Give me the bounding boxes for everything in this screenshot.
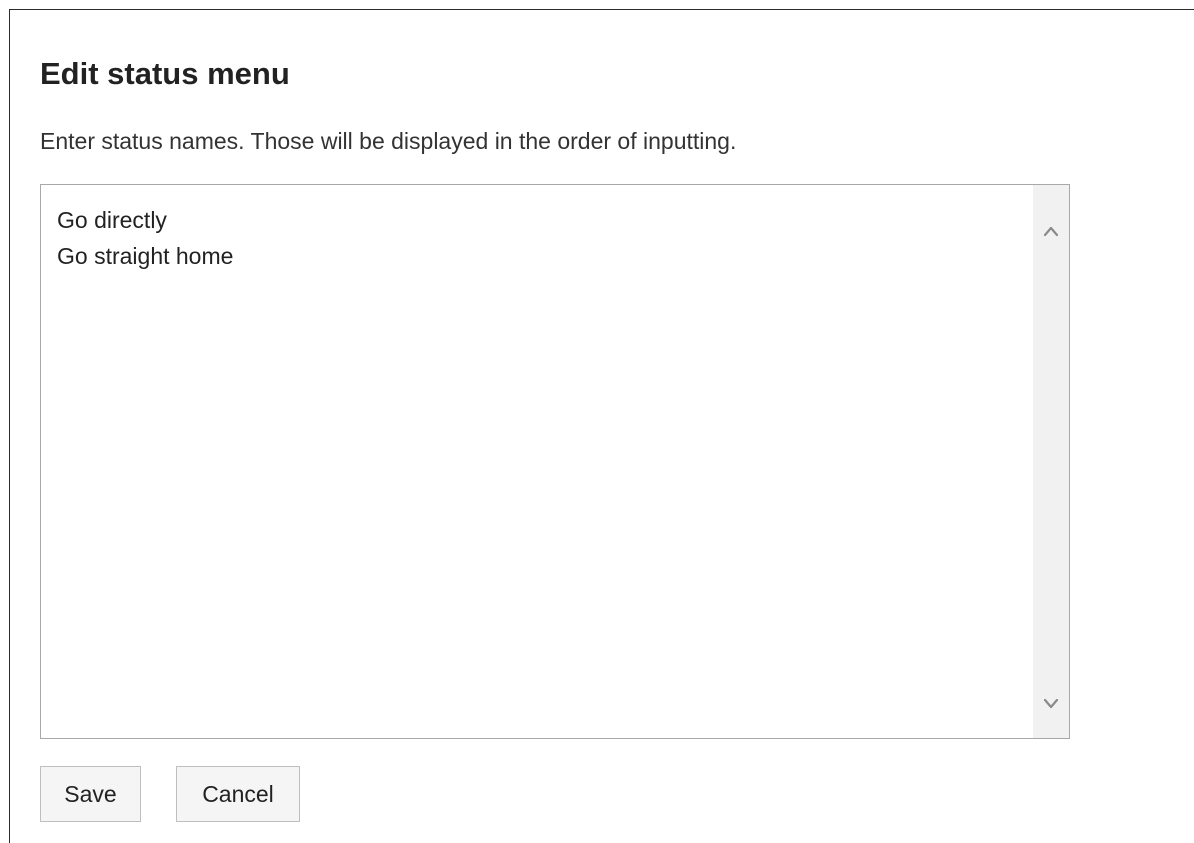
status-line: Go directly (57, 207, 167, 233)
status-names-textarea[interactable]: Go directly Go straight home (40, 184, 1070, 739)
textarea-content[interactable]: Go directly Go straight home (41, 185, 1033, 738)
vertical-scrollbar[interactable] (1033, 185, 1069, 738)
cancel-button[interactable]: Cancel (176, 766, 300, 822)
status-line: Go straight home (57, 243, 234, 269)
scroll-down-button[interactable] (1033, 690, 1069, 718)
edit-status-dialog: Edit status menu Enter status names. Tho… (9, 9, 1194, 843)
save-button[interactable]: Save (40, 766, 141, 822)
scroll-up-button[interactable] (1033, 217, 1069, 245)
chevron-down-icon (1043, 698, 1059, 709)
chevron-up-icon (1043, 226, 1059, 237)
dialog-description: Enter status names. Those will be displa… (40, 128, 737, 154)
dialog-title: Edit status menu (40, 56, 290, 91)
